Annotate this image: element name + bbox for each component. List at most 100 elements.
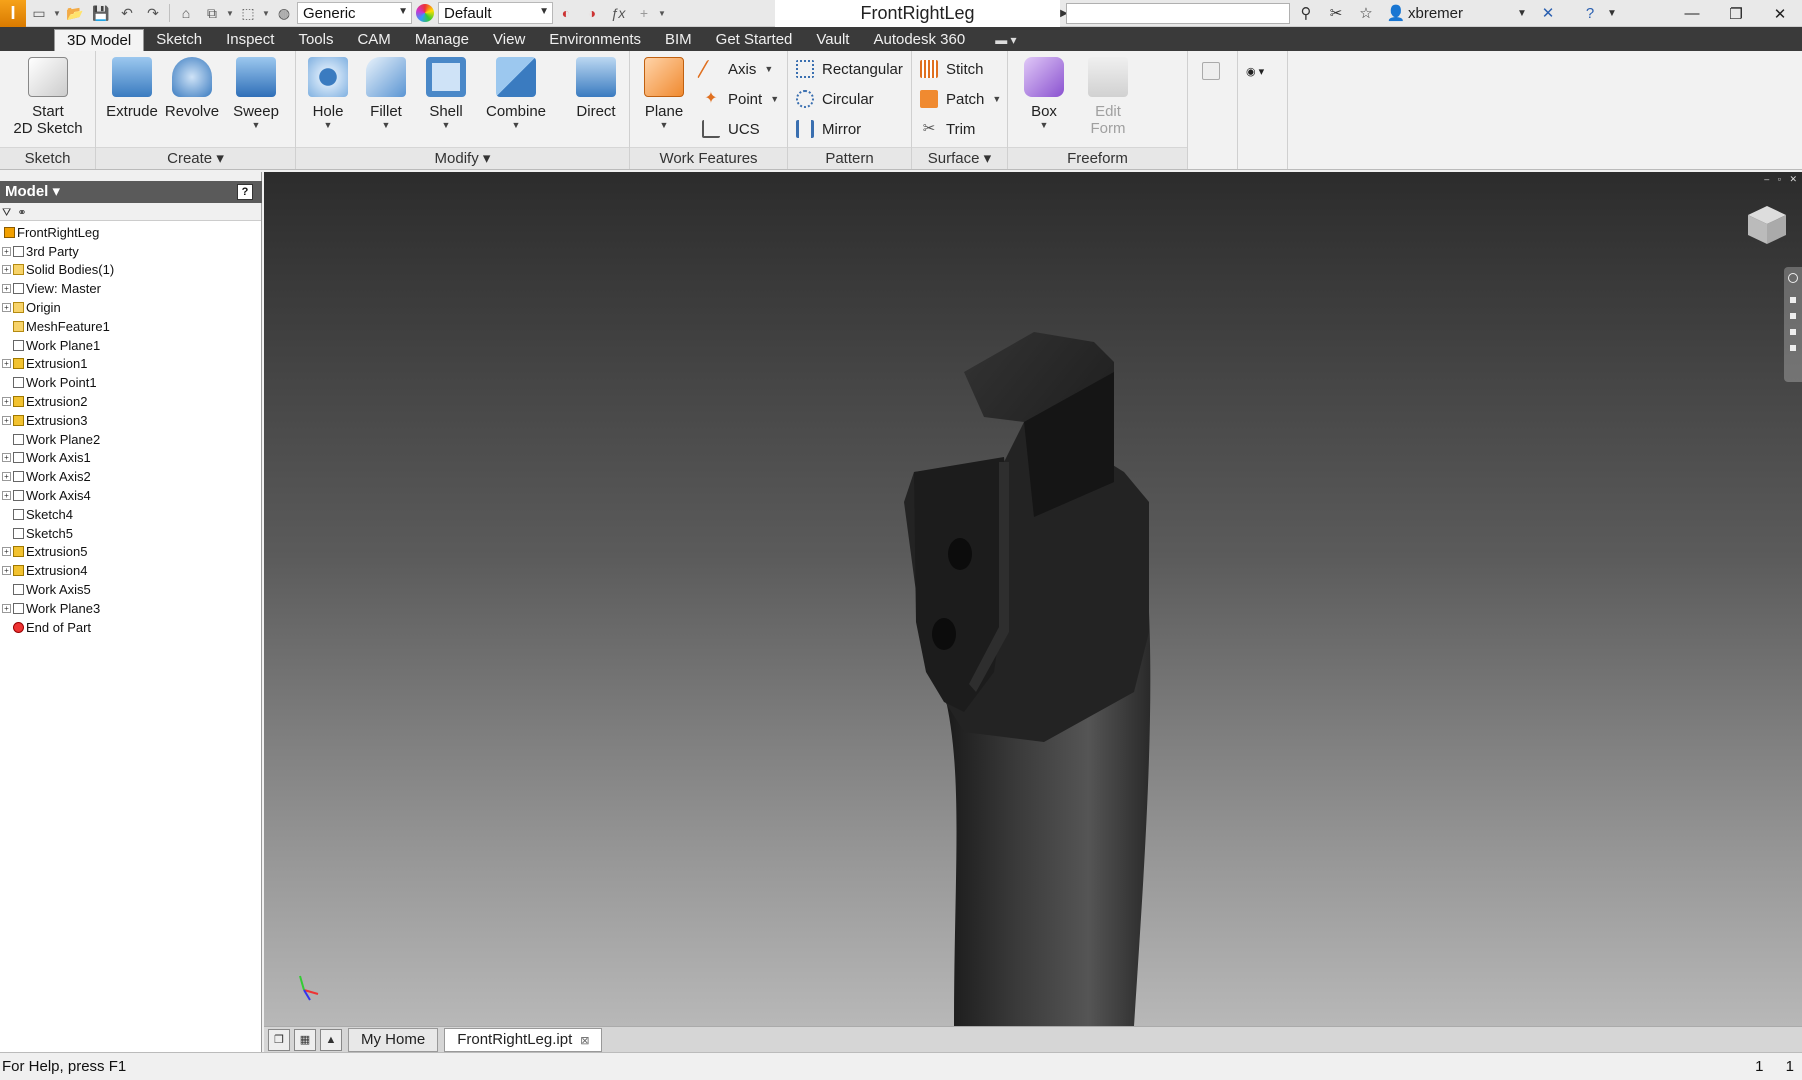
parameters-icon[interactable]: ƒx	[605, 1, 631, 25]
tree-item[interactable]: + Origin	[0, 298, 261, 317]
user-dropdown-icon[interactable]: ▼	[1510, 2, 1534, 24]
tab-get-started[interactable]: Get Started	[704, 29, 805, 51]
model-render[interactable]	[264, 172, 1802, 1026]
expand-icon[interactable]: +	[2, 547, 11, 557]
browser-help-icon[interactable]: ?	[237, 184, 253, 200]
expand-icon[interactable]: +	[2, 359, 11, 369]
update-dropdown-icon[interactable]: ▼	[225, 9, 235, 18]
tree-item[interactable]: Work Plane1	[0, 336, 261, 355]
expand-icon[interactable]: +	[2, 566, 11, 576]
tree-item[interactable]: +3rd Party	[0, 242, 261, 261]
ribbon-customize-icon[interactable]: ◉ ▾	[1246, 59, 1264, 83]
tab-view[interactable]: View	[481, 29, 537, 51]
expand-icon[interactable]: +	[2, 397, 11, 407]
tab-3d-model[interactable]: 3D Model	[54, 29, 145, 51]
tree-item[interactable]: + Work Axis4	[0, 486, 261, 505]
update-icon[interactable]: ⧉	[199, 1, 225, 25]
expand-icon[interactable]: +	[2, 284, 11, 294]
mirror-button[interactable]: Mirror	[796, 117, 861, 141]
zoom-icon[interactable]	[1790, 313, 1796, 319]
chevron-down-icon[interactable]: ▼	[416, 120, 476, 130]
point-button[interactable]: ✦ Point ▼	[702, 87, 779, 111]
customize-dropdown-icon[interactable]: ▼	[657, 9, 667, 18]
hole-button[interactable]: Hole ▼	[298, 57, 358, 130]
save-icon[interactable]: 💾	[88, 1, 114, 25]
home-icon[interactable]: ⌂	[173, 1, 199, 25]
tree-item[interactable]: + Extrusion4	[0, 561, 261, 580]
expand-icon[interactable]: +	[2, 603, 11, 613]
navigation-bar[interactable]	[1784, 267, 1802, 382]
tab-autodesk-360[interactable]: Autodesk 360	[861, 29, 977, 51]
sweep-button[interactable]: Sweep ▼	[226, 57, 286, 130]
minimize-icon[interactable]: —	[1670, 0, 1714, 27]
user-icon[interactable]: 👤	[1384, 2, 1408, 24]
user-name[interactable]: xbremer	[1408, 0, 1463, 27]
redo-icon[interactable]: ↷	[140, 1, 166, 25]
tree-item[interactable]: End of Part	[0, 618, 261, 637]
patch-button[interactable]: Patch ▼	[920, 87, 1001, 111]
tile-windows-icon[interactable]: ▦	[294, 1028, 316, 1051]
tab-my-home[interactable]: My Home	[348, 1027, 439, 1052]
revolve-button[interactable]: Revolve	[162, 57, 222, 120]
surface-panel-title[interactable]: Surface ▾	[912, 147, 1007, 169]
favorites-star-icon[interactable]: ☆	[1354, 2, 1378, 24]
material-combo[interactable]: Default ▼	[438, 2, 553, 24]
tree-item[interactable]: + Extrusion5	[0, 543, 261, 562]
extrude-button[interactable]: Extrude	[102, 57, 162, 120]
orbit-icon[interactable]	[1790, 329, 1796, 335]
tree-item[interactable]: FrontRightLeg	[0, 223, 261, 242]
tab-tools[interactable]: Tools	[286, 29, 345, 51]
expand-icon[interactable]: +	[2, 265, 11, 275]
new-file-dropdown-icon[interactable]: ▼	[52, 9, 62, 18]
chevron-down-icon[interactable]: ▼	[634, 120, 694, 130]
help-dropdown-icon[interactable]: ▼	[1600, 2, 1624, 24]
browser-filter-icon[interactable]: ⛛ ⚭	[2, 206, 27, 220]
trim-button[interactable]: ✂ Trim	[920, 117, 976, 141]
chevron-down-icon[interactable]: ▼	[770, 94, 779, 104]
browser-title[interactable]: Model ▾	[0, 181, 262, 203]
close-tab-icon[interactable]: ⊠	[580, 1035, 589, 1047]
ribbon-display-toggle-icon[interactable]: ▬ ▾	[995, 29, 1016, 51]
measure-icon[interactable]: +	[631, 1, 657, 25]
tab-vault[interactable]: Vault	[804, 29, 861, 51]
steering-wheel-icon[interactable]	[1788, 273, 1798, 283]
tree-item[interactable]: + Work Plane3	[0, 599, 261, 618]
expand-icon[interactable]: +	[2, 303, 11, 313]
tree-item[interactable]: + Extrusion2	[0, 392, 261, 411]
tree-item[interactable]: + Extrusion3	[0, 411, 261, 430]
select-icon[interactable]: ⬚	[235, 1, 261, 25]
communication-icon[interactable]: ✂	[1324, 2, 1348, 24]
chevron-down-icon[interactable]: ▼	[298, 120, 358, 130]
start-2d-sketch-button[interactable]: Start 2D Sketch	[10, 57, 86, 137]
tree-item[interactable]: + Extrusion1	[0, 355, 261, 374]
tree-item[interactable]: Work Point1	[0, 373, 261, 392]
open-documents-icon[interactable]: ▲	[320, 1028, 342, 1051]
tab-cam[interactable]: CAM	[345, 29, 402, 51]
tree-item[interactable]: MeshFeature1	[0, 317, 261, 336]
combine-button[interactable]: Combine ▼	[482, 57, 550, 130]
appearance-style-combo[interactable]: Generic ▼	[297, 2, 412, 24]
color-override-icon[interactable]: ◍	[271, 1, 297, 25]
viewcube-icon[interactable]	[1744, 202, 1790, 248]
expand-icon[interactable]: +	[2, 491, 11, 501]
restore-icon[interactable]: ❐	[1714, 0, 1758, 27]
ucs-button[interactable]: UCS	[702, 117, 760, 141]
tab-manage[interactable]: Manage	[403, 29, 481, 51]
modify-panel-title[interactable]: Modify ▾	[296, 147, 629, 169]
tab-bim[interactable]: BIM	[653, 29, 704, 51]
clear-icon[interactable]: ◑	[579, 1, 605, 25]
stitch-button[interactable]: Stitch	[920, 57, 984, 81]
look-at-icon[interactable]	[1790, 345, 1796, 351]
tree-item[interactable]: + Solid Bodies(1)	[0, 261, 261, 280]
select-dropdown-icon[interactable]: ▼	[261, 9, 271, 18]
convert-icon[interactable]	[1202, 59, 1228, 83]
chevron-down-icon[interactable]: ▼	[1014, 120, 1074, 130]
tab-environments[interactable]: Environments	[537, 29, 653, 51]
help-search-input[interactable]	[1066, 3, 1290, 24]
plane-button[interactable]: Plane ▼	[634, 57, 694, 130]
exchange-apps-icon[interactable]: ✕	[1536, 2, 1560, 24]
edit-form-button[interactable]: Edit Form	[1078, 57, 1138, 137]
chevron-down-icon[interactable]: ▼	[764, 64, 773, 74]
chevron-down-icon[interactable]: ▼	[356, 120, 416, 130]
adjust-icon[interactable]: ◐	[553, 1, 579, 25]
